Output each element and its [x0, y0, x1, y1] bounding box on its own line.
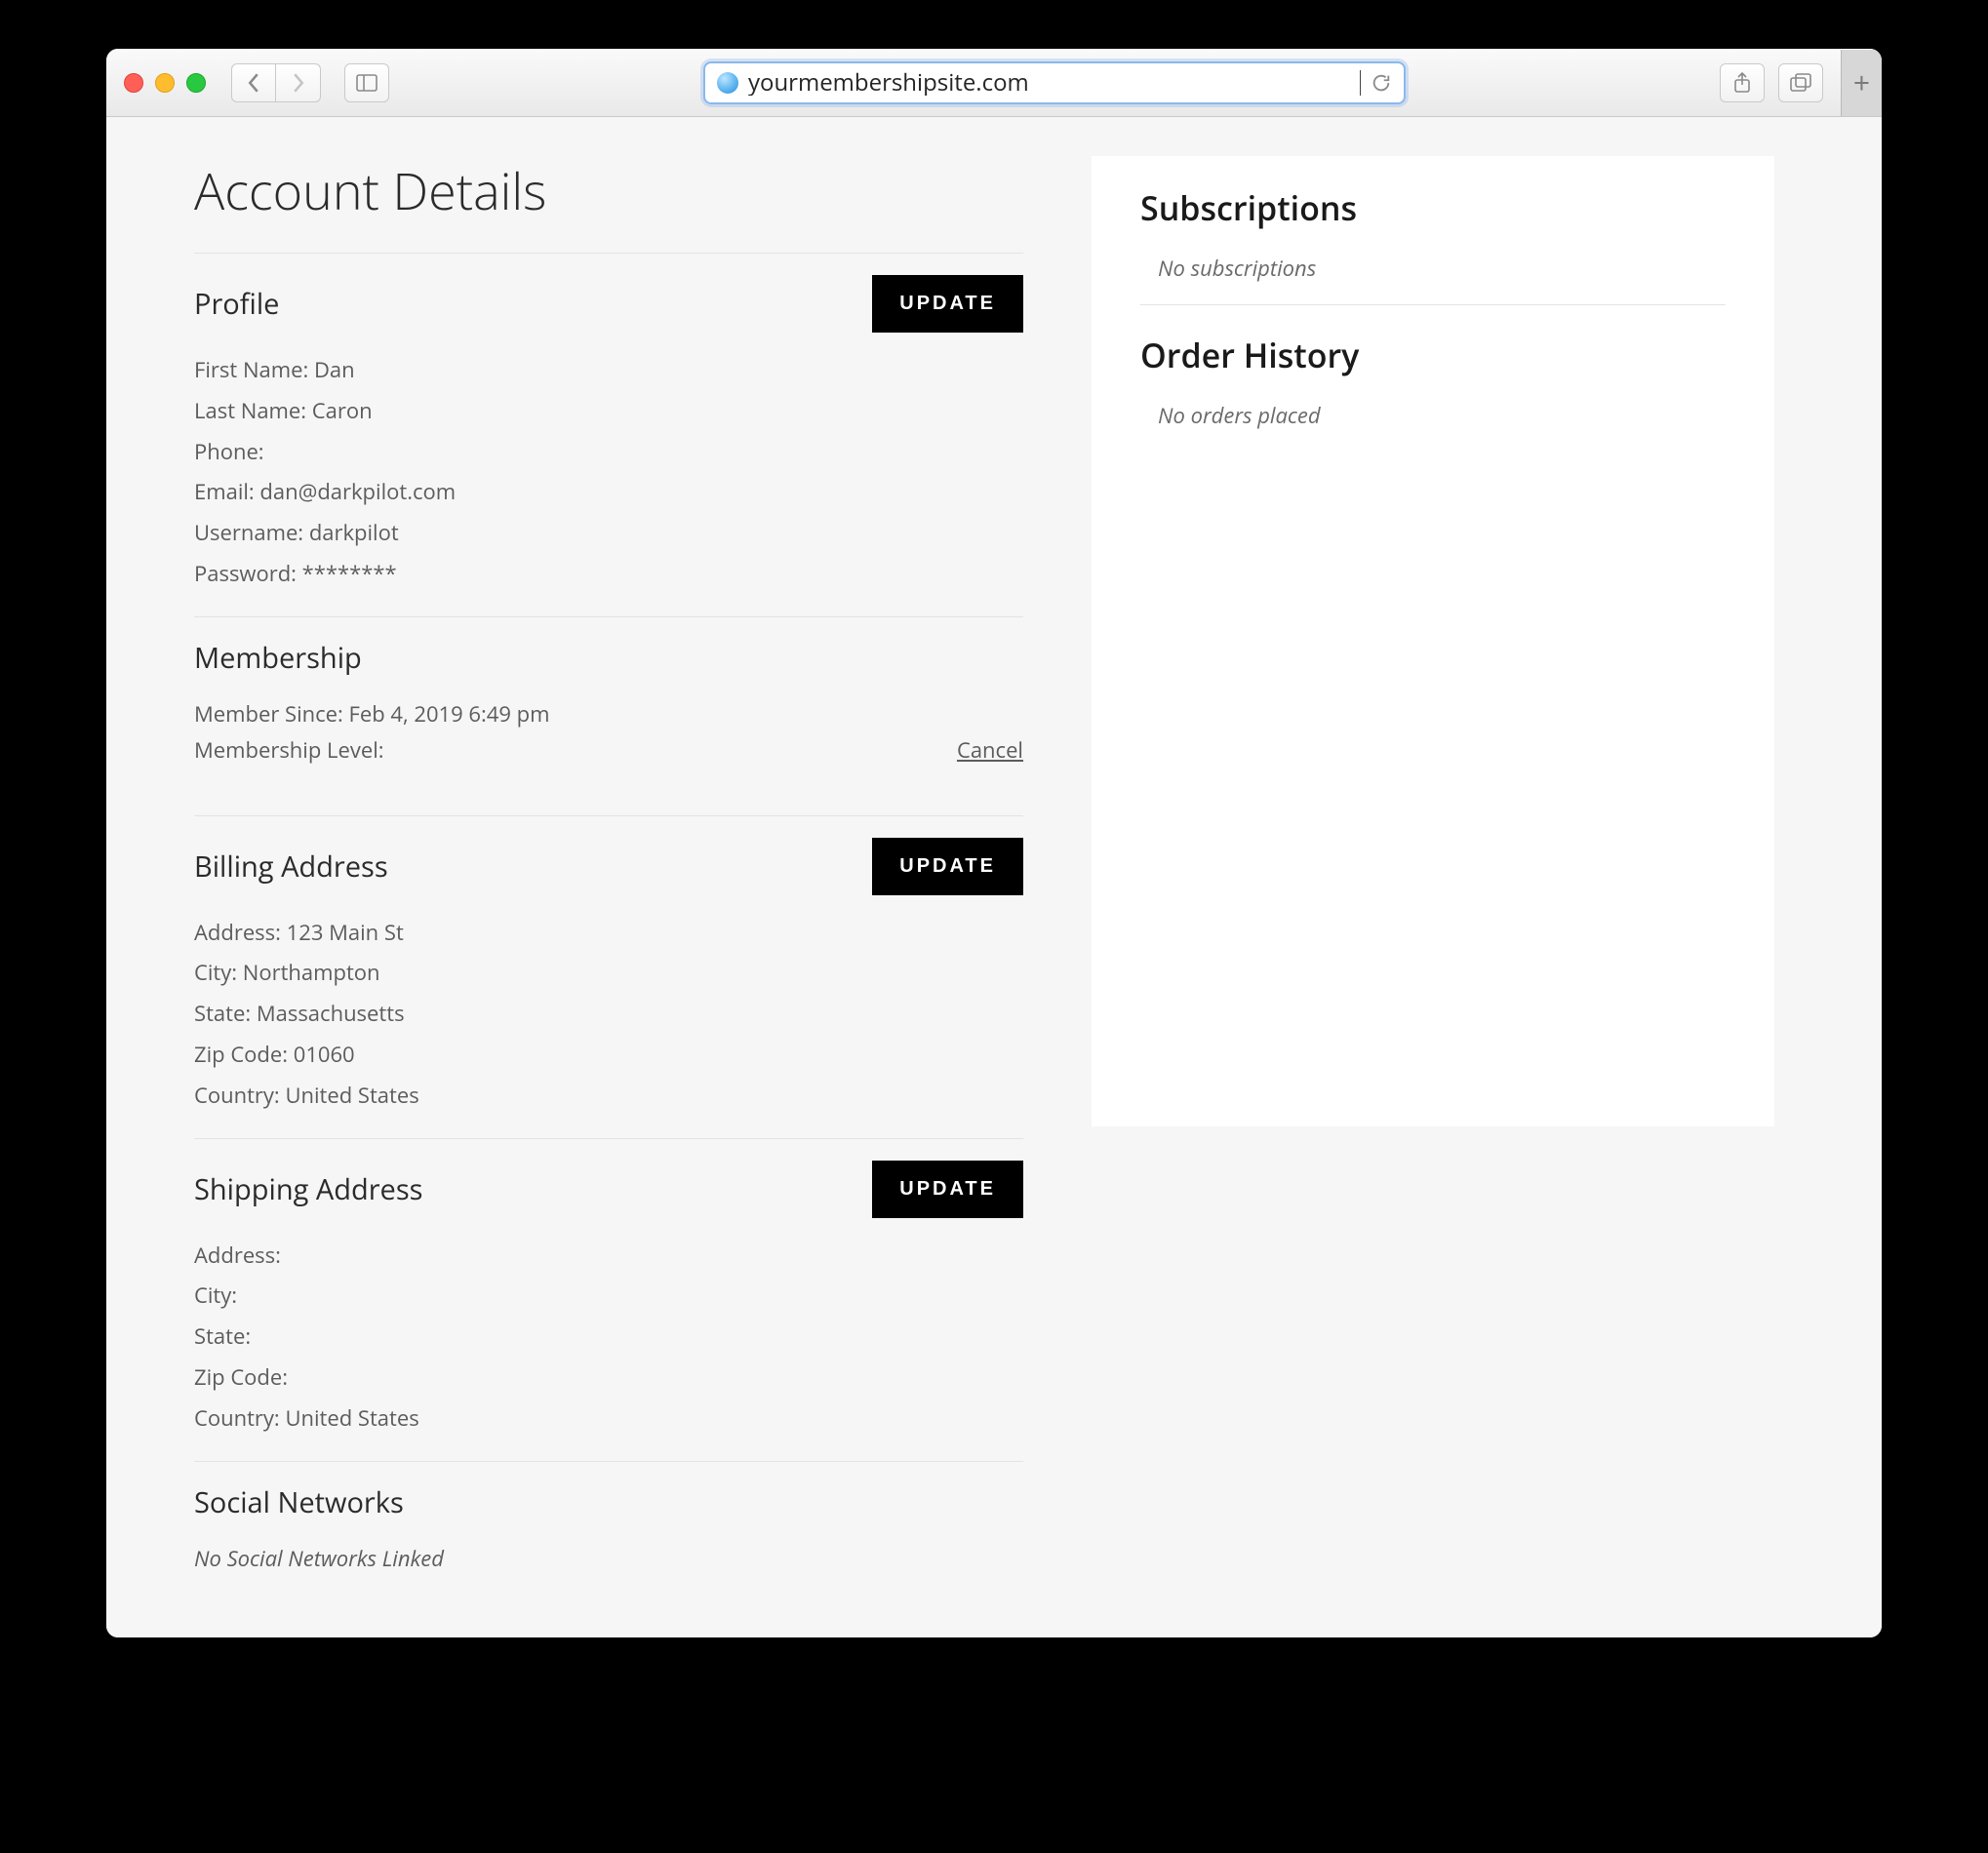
divider — [194, 253, 1023, 254]
profile-username: Username: darkpilot — [194, 513, 1023, 554]
profile-first-name: First Name: Dan — [194, 350, 1023, 391]
subscriptions-empty: No subscriptions — [1140, 254, 1726, 283]
social-heading: Social Networks — [194, 1483, 404, 1521]
order-history-empty: No orders placed — [1140, 401, 1726, 430]
browser-window: yourmembershipsite.com + Account Details — [106, 49, 1882, 1637]
member-since: Member Since: Feb 4, 2019 6:49 pm — [194, 694, 1023, 735]
billing-heading: Billing Address — [194, 848, 388, 886]
cancel-membership-link[interactable]: Cancel — [957, 735, 1023, 765]
order-history-heading: Order History — [1140, 333, 1726, 377]
social-section: Social Networks No Social Networks Linke… — [194, 1483, 1023, 1580]
profile-password: Password: ******** — [194, 554, 1023, 595]
profile-last-name: Last Name: Caron — [194, 391, 1023, 432]
page-viewport: Account Details Profile UPDATE First Nam… — [106, 117, 1882, 1637]
back-button[interactable] — [231, 63, 276, 102]
update-profile-button[interactable]: UPDATE — [872, 275, 1023, 333]
membership-level-row: Membership Level: Cancel — [194, 735, 1023, 765]
billing-state: State: Massachusetts — [194, 994, 1023, 1035]
billing-country: Country: United States — [194, 1076, 1023, 1117]
social-empty: No Social Networks Linked — [194, 1539, 1023, 1580]
divider — [194, 1461, 1023, 1462]
divider — [1140, 304, 1726, 305]
profile-phone: Phone: — [194, 432, 1023, 473]
divider — [194, 1138, 1023, 1139]
divider — [194, 815, 1023, 816]
shipping-heading: Shipping Address — [194, 1170, 422, 1208]
shipping-state: State: — [194, 1317, 1023, 1358]
shipping-section: Shipping Address UPDATE Address: City: S… — [194, 1161, 1023, 1439]
sidebar-toggle-button[interactable] — [344, 63, 389, 102]
billing-zip: Zip Code: 01060 — [194, 1035, 1023, 1076]
membership-heading: Membership — [194, 639, 362, 677]
url-bar[interactable]: yourmembershipsite.com — [703, 61, 1406, 104]
update-billing-button[interactable]: UPDATE — [872, 838, 1023, 895]
update-shipping-button[interactable]: UPDATE — [872, 1161, 1023, 1218]
shipping-zip: Zip Code: — [194, 1358, 1023, 1399]
new-tab-button[interactable]: + — [1841, 50, 1882, 116]
forward-button[interactable] — [276, 63, 321, 102]
close-window-button[interactable] — [124, 73, 143, 93]
back-forward-group — [231, 63, 321, 102]
account-details-main: Account Details Profile UPDATE First Nam… — [194, 156, 1023, 1579]
page-title: Account Details — [194, 156, 1023, 225]
fullscreen-window-button[interactable] — [186, 73, 206, 93]
membership-section: Membership Member Since: Feb 4, 2019 6:4… — [194, 639, 1023, 765]
profile-email: Email: dan@darkpilot.com — [194, 472, 1023, 513]
share-button[interactable] — [1720, 63, 1765, 102]
profile-section: Profile UPDATE First Name: Dan Last Name… — [194, 275, 1023, 595]
billing-city: City: Northampton — [194, 953, 1023, 994]
shipping-country: Country: United States — [194, 1399, 1023, 1439]
titlebar: yourmembershipsite.com + — [106, 49, 1882, 117]
window-controls — [124, 73, 206, 93]
profile-heading: Profile — [194, 285, 279, 323]
reload-icon[interactable] — [1371, 72, 1392, 94]
sidebar: Subscriptions No subscriptions Order His… — [1092, 156, 1774, 1126]
subscriptions-heading: Subscriptions — [1140, 185, 1726, 230]
billing-address: Address: 123 Main St — [194, 913, 1023, 954]
site-globe-icon — [717, 72, 738, 94]
divider — [194, 616, 1023, 617]
minimize-window-button[interactable] — [155, 73, 175, 93]
shipping-city: City: — [194, 1276, 1023, 1317]
billing-section: Billing Address UPDATE Address: 123 Main… — [194, 838, 1023, 1117]
tabs-overview-button[interactable] — [1778, 63, 1823, 102]
shipping-address: Address: — [194, 1236, 1023, 1277]
url-text: yourmembershipsite.com — [748, 70, 1361, 96]
